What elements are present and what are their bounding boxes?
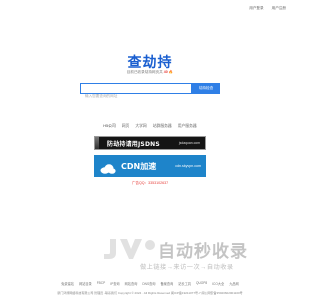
cloud-icon [100, 161, 116, 174]
ad-banner-jsdns[interactable]: 防劫持请用JSDNS jsdaquan.com [94, 136, 206, 150]
hijack-count: 40 [163, 70, 168, 74]
watermark-logo-text: 自动秒收录 [158, 242, 248, 262]
ad-banner-title: 防劫持请用JSDNS [107, 140, 160, 148]
search-input[interactable] [81, 91, 191, 101]
watermark-logo-icon [104, 239, 155, 259]
footer-copyright: 厦门鸿博网络科技有限公司 管理员 -联系我们 Copyright © 2024 … [57, 291, 243, 295]
site-logo-text: 查劫持 [127, 55, 173, 71]
footer-link[interactable]: 网站查询 [125, 281, 138, 286]
ad-banner-cdn[interactable]: CDN加速 cdn.skyvpn.com [94, 155, 206, 177]
footer-link[interactable]: FBCP [97, 281, 106, 286]
footer-link[interactable]: 九品网 [229, 281, 239, 286]
category-link[interactable]: H5公司 [103, 124, 115, 129]
watermark-tagline: 做上链接→来访一次→自动收录 [140, 264, 234, 271]
subtitle-text: 目前已收录劫持网页共 [126, 70, 163, 74]
login-link[interactable]: 用户登录 [249, 6, 263, 11]
footer-link[interactable]: QUOP8 [196, 281, 207, 286]
footer-link[interactable]: ICO大全 [212, 281, 224, 286]
top-links: 用户登录 用户注册 [249, 6, 286, 11]
footer-link[interactable]: 备案查询 [160, 281, 173, 286]
category-link[interactable]: 站群服务器 [153, 124, 172, 129]
watermark: 自动秒收录 做上链接→来访一次→自动收录 [100, 235, 290, 275]
footer-link[interactable]: 网站目录 [79, 281, 92, 286]
footer-link[interactable]: DNS查询 [142, 281, 155, 286]
footer-link[interactable]: 站长工具 [178, 281, 191, 286]
site-logo[interactable]: 查劫持 [0, 52, 300, 72]
ad-contact: 广告QQ：3353102637 [131, 181, 169, 185]
fire-icon: 🔥 [168, 70, 174, 74]
footer-link[interactable]: IP查询 [110, 281, 119, 286]
footer-links: 免费建站 网站目录 FBCP IP查询 网站查询 DNS查询 备案查询 站长工具… [0, 281, 300, 286]
banner-stripe [95, 137, 99, 149]
site-subtitle: 目前已收录劫持网页共 40 🔥 [0, 70, 300, 75]
ad-banner-url: jsdaquan.com [178, 141, 200, 145]
category-link[interactable]: 网页 [122, 124, 130, 129]
ad-banner-title: CDN加速 [121, 161, 157, 171]
search-button[interactable]: 劫持检查 [192, 83, 220, 94]
footer-link[interactable]: 免费建站 [61, 281, 74, 286]
register-link[interactable]: 用户注册 [272, 6, 286, 11]
category-link[interactable]: 用户服务器 [178, 124, 197, 129]
ad-banner-url: cdn.skyvpn.com [175, 164, 201, 168]
category-links: H5公司 网页 大学网 站群服务器 用户服务器 [0, 124, 300, 129]
search-box [80, 83, 192, 101]
category-link[interactable]: 大学网 [135, 124, 146, 129]
